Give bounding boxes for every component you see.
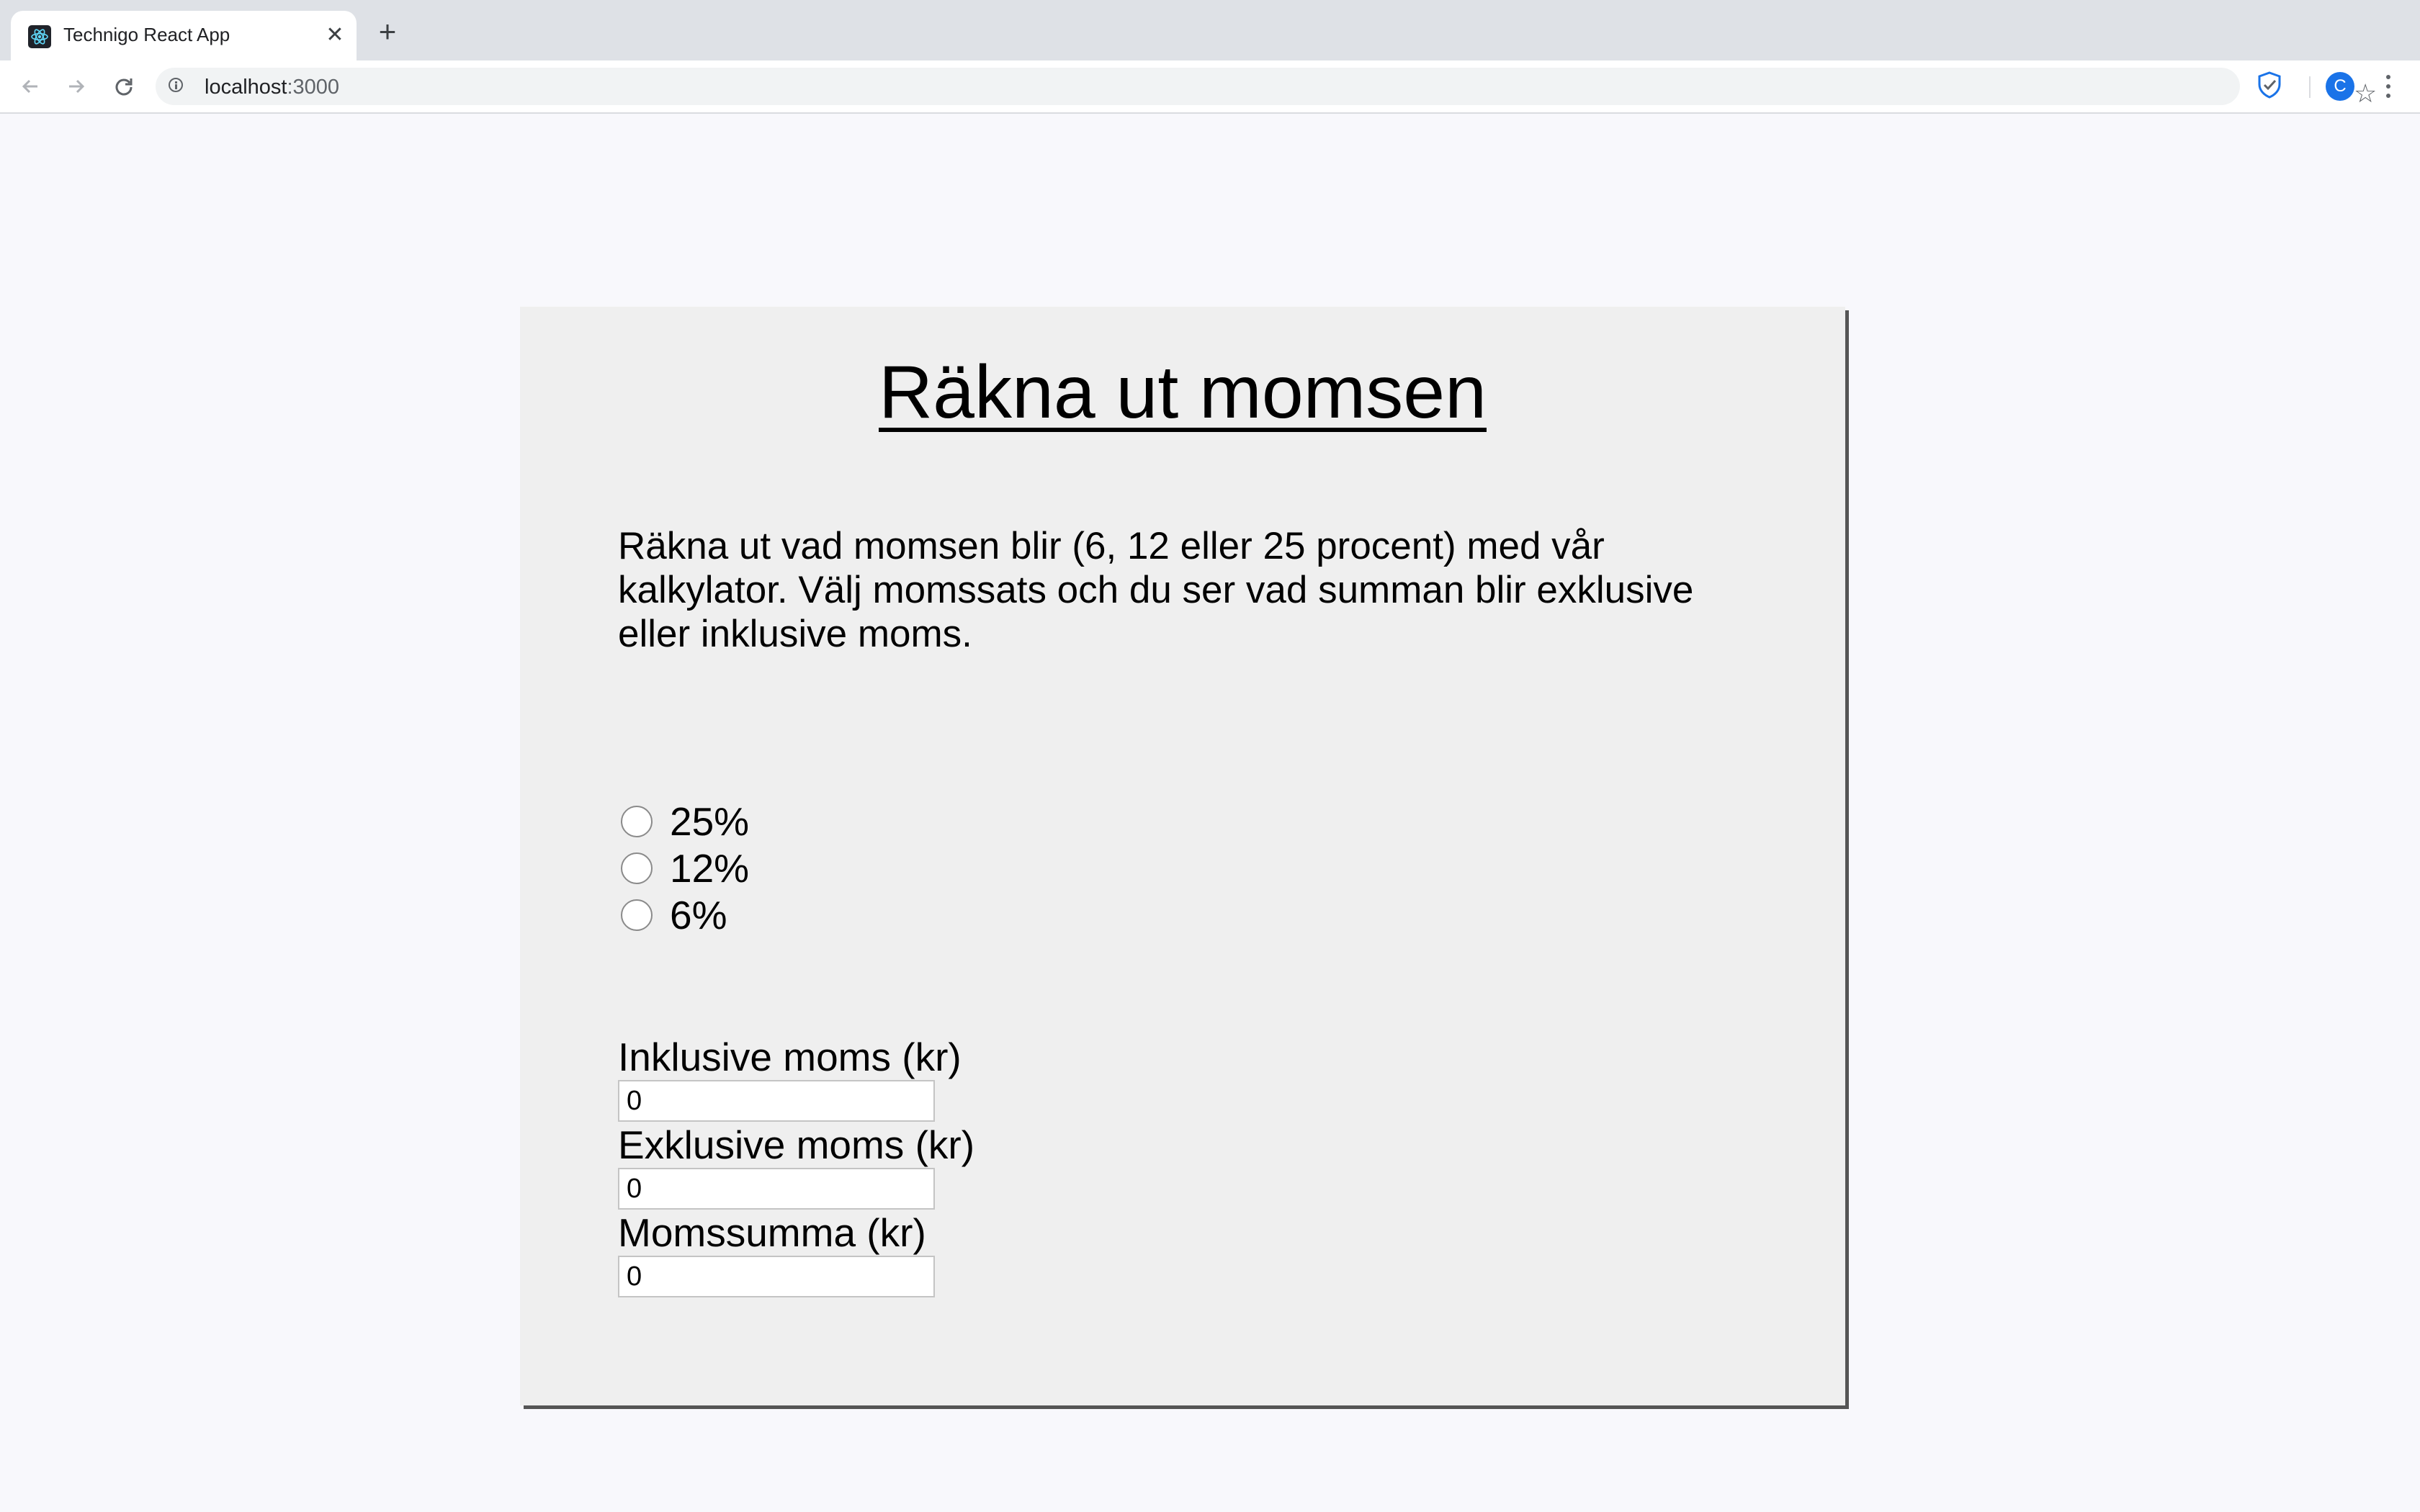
browser-tabstrip: Technigo React App ✕ + [0,0,2420,60]
radio-label: 6% [670,892,727,937]
back-arrow-icon [22,79,37,94]
exclusive-vat-input[interactable] [618,1168,935,1210]
radio-option-25[interactable]: 25% [621,798,749,845]
extension-shield-icon[interactable] [2257,71,2282,103]
address-bar[interactable]: localhost:3000 ☆ [156,68,2377,108]
inclusive-vat-label: Inklusive moms (kr) [618,1035,962,1079]
radio-button[interactable] [621,899,653,931]
radio-label: 25% [670,798,750,844]
page-title: Räkna ut momsen [879,351,1487,434]
toolbar-divider [2309,76,2311,98]
vat-calculator-card: Räkna ut momsen Räkna ut vad momsen blir… [520,307,1845,1405]
vat-rate-options: 25% 12% 6% [621,798,749,938]
forward-button[interactable] [59,69,94,104]
page-description: Räkna ut vad momsen blir (6, 12 eller 25… [618,525,1694,655]
vat-amount-input[interactable] [618,1256,935,1297]
exclusive-vat-label: Exklusive moms (kr) [618,1122,975,1167]
browser-menu-icon[interactable] [2377,71,2398,102]
radio-option-6[interactable]: 6% [621,891,749,938]
radio-button[interactable] [621,805,653,837]
radio-button[interactable] [621,852,653,884]
browser-tab[interactable]: Technigo React App ✕ [11,11,357,60]
profile-avatar[interactable]: C [2326,72,2354,101]
back-button[interactable] [13,69,48,104]
close-tab-icon[interactable]: ✕ [321,21,349,50]
radio-option-12[interactable]: 12% [621,845,749,891]
new-tab-button[interactable]: + [372,17,403,49]
amount-fields: Inklusive moms (kr) Exklusive moms (kr) … [618,1034,974,1297]
browser-toolbar: localhost:3000 ☆ C [0,60,2420,114]
forward-arrow-icon [69,79,85,94]
tab-title: Technigo React App [63,24,230,45]
radio-label: 12% [670,845,750,891]
inclusive-vat-input[interactable] [618,1080,935,1122]
reload-button[interactable] [107,69,141,104]
vat-amount-label: Momssumma (kr) [618,1210,926,1255]
reload-icon [115,78,133,96]
react-logo-icon [28,25,51,48]
site-info-icon[interactable] [169,78,183,92]
bookmark-star-icon[interactable]: ☆ [2354,76,2377,111]
url-text: localhost:3000 [205,76,340,99]
